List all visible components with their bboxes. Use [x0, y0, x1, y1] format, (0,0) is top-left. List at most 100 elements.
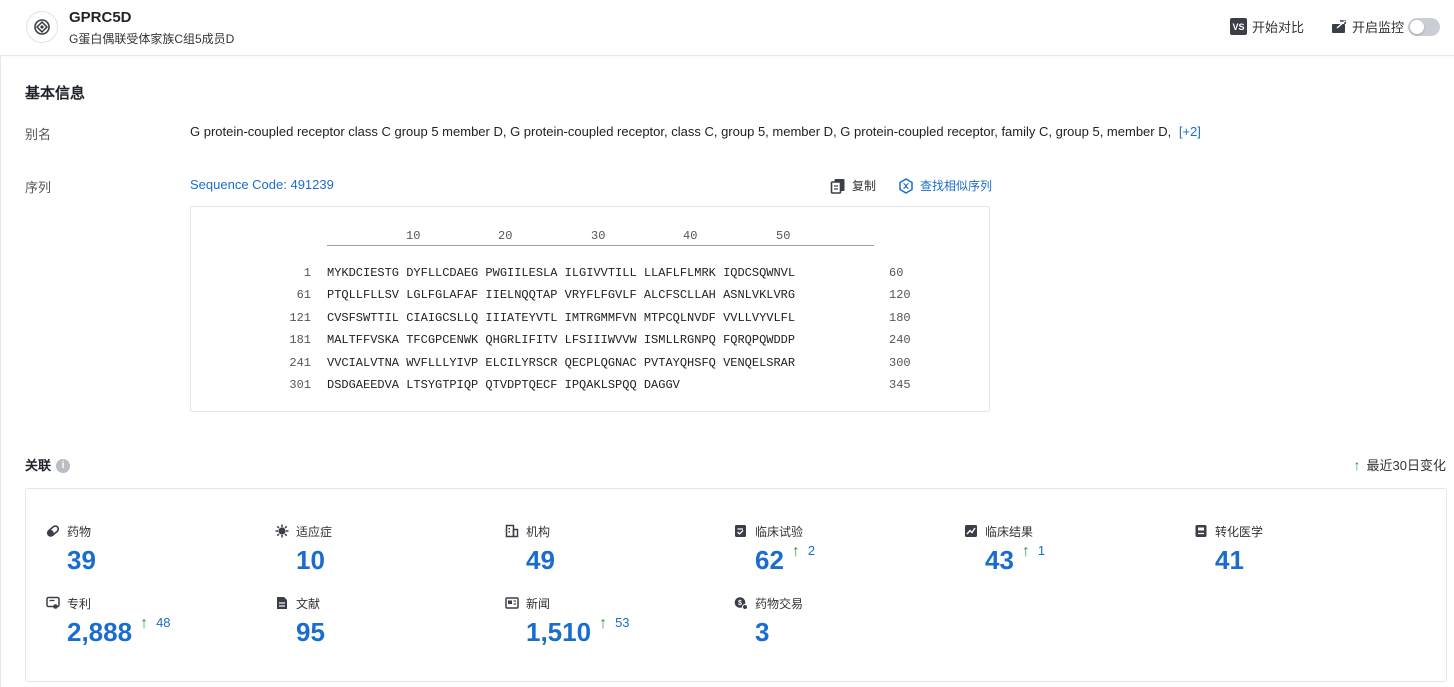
copy-button[interactable]: 复制	[830, 177, 876, 194]
sequence-row-start: 301	[289, 378, 311, 392]
stat-clinical-results[interactable]: 临床结果 43 ↑ 1	[964, 523, 1045, 575]
arrow-up-icon: ↑	[791, 543, 800, 560]
sequence-row-start: 1	[303, 266, 311, 280]
sequence-row-end: 60	[889, 266, 904, 280]
stat-delta: ↑ 48	[140, 615, 170, 633]
alias-text: G protein-coupled receptor class C group…	[190, 124, 1172, 139]
left-divider	[0, 56, 1, 687]
vs-icon: VS	[1230, 18, 1247, 35]
arrow-up-icon: ↑	[599, 615, 608, 632]
patent-icon	[46, 596, 60, 610]
stat-value[interactable]: 62	[755, 545, 784, 575]
sequence-viewer: 10 20 30 40 50 1 MYKDCIESTG DYFLLCDAEG P…	[190, 206, 990, 412]
sequence-row: 1 MYKDCIESTG DYFLLCDAEG PWGIILESLA ILGIV…	[191, 266, 991, 280]
sequence-row-residues: DSDGAEEDVA LTSYGTPIQP QTVDPTQECF IPQAKLS…	[327, 378, 680, 392]
copy-label: 复制	[852, 179, 877, 193]
stat-value[interactable]: 10	[296, 545, 325, 575]
document-icon	[275, 596, 289, 610]
stat-label: 专利	[67, 596, 92, 611]
stat-value[interactable]: 3	[755, 617, 769, 647]
page-subtitle: G蛋白偶联受体家族C组5成员D	[69, 32, 235, 46]
trend-legend: ↑ 最近30日变化	[1354, 455, 1446, 474]
stat-indications[interactable]: 适应症 10	[275, 523, 332, 575]
stat-value[interactable]: 1,510	[526, 617, 591, 647]
sequence-label: 序列	[25, 180, 52, 195]
stat-value[interactable]: 95	[296, 617, 325, 647]
stat-label: 临床试验	[755, 524, 804, 539]
alias-list: G protein-coupled receptor class C group…	[190, 124, 1201, 139]
sequence-row-residues: CVSFSWTTIL CIAIGCSLLQ IIIATEYVTL IMTRGMM…	[327, 311, 796, 325]
alias-label: 别名	[25, 127, 52, 142]
stat-label: 适应症	[296, 524, 333, 539]
info-icon[interactable]: i	[56, 458, 71, 473]
stat-label: 新闻	[526, 596, 551, 611]
sequence-row-end: 300	[889, 356, 911, 370]
clinical-result-icon	[964, 524, 978, 538]
sequence-code-link[interactable]: Sequence Code: 491239	[190, 177, 334, 192]
stat-delta-value: 1	[1037, 543, 1046, 558]
sequence-row-start: 181	[289, 333, 311, 347]
sequence-row: 301 DSDGAEEDVA LTSYGTPIQP QTVDPTQECF IPQ…	[191, 378, 991, 392]
stat-patents[interactable]: 专利 2,888 ↑ 48	[46, 595, 171, 647]
sequence-row-start: 121	[289, 311, 311, 325]
arrow-up-icon: ↑	[140, 615, 149, 632]
sequence-row-residues: MYKDCIESTG DYFLLCDAEG PWGIILESLA ILGIVVT…	[327, 266, 796, 280]
stat-news[interactable]: 新闻 1,510 ↑ 53	[505, 595, 630, 647]
sequence-row: 181 MALTFFVSKA TFCGPCENWK QHGRLIFITV LFS…	[191, 333, 991, 347]
stat-drug-deals[interactable]: $ 药物交易 3	[734, 595, 803, 647]
similar-sequence-icon	[898, 177, 914, 194]
stat-organizations[interactable]: 机构 49	[505, 523, 555, 575]
ruler-tick: 30	[591, 229, 606, 243]
monitor-icon	[1331, 19, 1347, 34]
deal-icon: $	[734, 596, 748, 610]
monitor-label: 开启监控	[1352, 20, 1405, 35]
compare-label: 开始对比	[1252, 20, 1305, 35]
sequence-ruler	[327, 245, 874, 246]
stat-value[interactable]: 41	[1215, 545, 1244, 575]
ruler-tick: 40	[683, 229, 698, 243]
stat-value[interactable]: 43	[985, 545, 1014, 575]
ruler-tick: 50	[776, 229, 791, 243]
sequence-row-end: 180	[889, 311, 911, 325]
sequence-row-end: 345	[889, 378, 911, 392]
virus-icon	[275, 524, 289, 538]
stat-label: 机构	[526, 524, 551, 539]
stat-literature[interactable]: 文献 95	[275, 595, 325, 647]
stat-value[interactable]: 49	[526, 545, 555, 575]
arrow-up-icon: ↑	[1021, 543, 1030, 560]
stat-delta-value: 53	[615, 615, 630, 630]
stat-clinical-trials[interactable]: 临床试验 62 ↑ 2	[734, 523, 815, 575]
stat-drugs[interactable]: 药物 39	[46, 523, 96, 575]
sequence-row-end: 240	[889, 333, 911, 347]
news-icon	[505, 596, 519, 610]
ruler-tick: 10	[406, 229, 421, 243]
stat-value[interactable]: 2,888	[67, 617, 132, 647]
svg-text:$: $	[738, 600, 742, 607]
sequence-row-end: 120	[889, 288, 911, 302]
trend-label: 最近30日变化	[1366, 458, 1446, 473]
stat-label: 转化医学	[1215, 524, 1264, 539]
stat-delta-value: 2	[807, 543, 816, 558]
stat-delta: ↑ 53	[599, 615, 629, 633]
basic-info-title: 基本信息	[25, 85, 86, 102]
translational-medicine-icon	[1194, 524, 1208, 538]
compare-button[interactable]: VS 开始对比	[1230, 17, 1304, 36]
stat-delta: ↑ 1	[1022, 543, 1045, 561]
sequence-row: 241 VVCIALVTNA WVFLLLYIVP ELCILYRSCR QEC…	[191, 356, 991, 370]
sequence-row: 121 CVSFSWTTIL CIAIGCSLLQ IIIATEYVTL IMT…	[191, 311, 991, 325]
related-title-text: 关联	[25, 458, 52, 473]
stat-value[interactable]: 39	[67, 545, 96, 575]
clinical-trial-icon	[734, 524, 748, 538]
monitor-toggle-control[interactable]: 开启监控	[1331, 17, 1441, 36]
stat-delta: ↑ 2	[792, 543, 815, 561]
page-header: GPRC5D G蛋白偶联受体家族C组5成员D VS 开始对比 开启监控	[0, 0, 1454, 56]
sequence-row-residues: PTQLLFLLSV LGLFGLAFAF IIELNQQTAP VRYFLFG…	[327, 288, 796, 302]
stat-translational-medicine[interactable]: 转化医学 41	[1194, 523, 1263, 575]
stat-label: 临床结果	[985, 524, 1034, 539]
monitor-toggle[interactable]	[1408, 17, 1441, 36]
find-similar-label: 查找相似序列	[920, 179, 993, 193]
ruler-tick: 20	[498, 229, 513, 243]
alias-more-link[interactable]: [+2]	[1179, 124, 1201, 139]
find-similar-sequence-button[interactable]: 查找相似序列	[898, 177, 992, 194]
target-logo-icon	[26, 11, 58, 43]
